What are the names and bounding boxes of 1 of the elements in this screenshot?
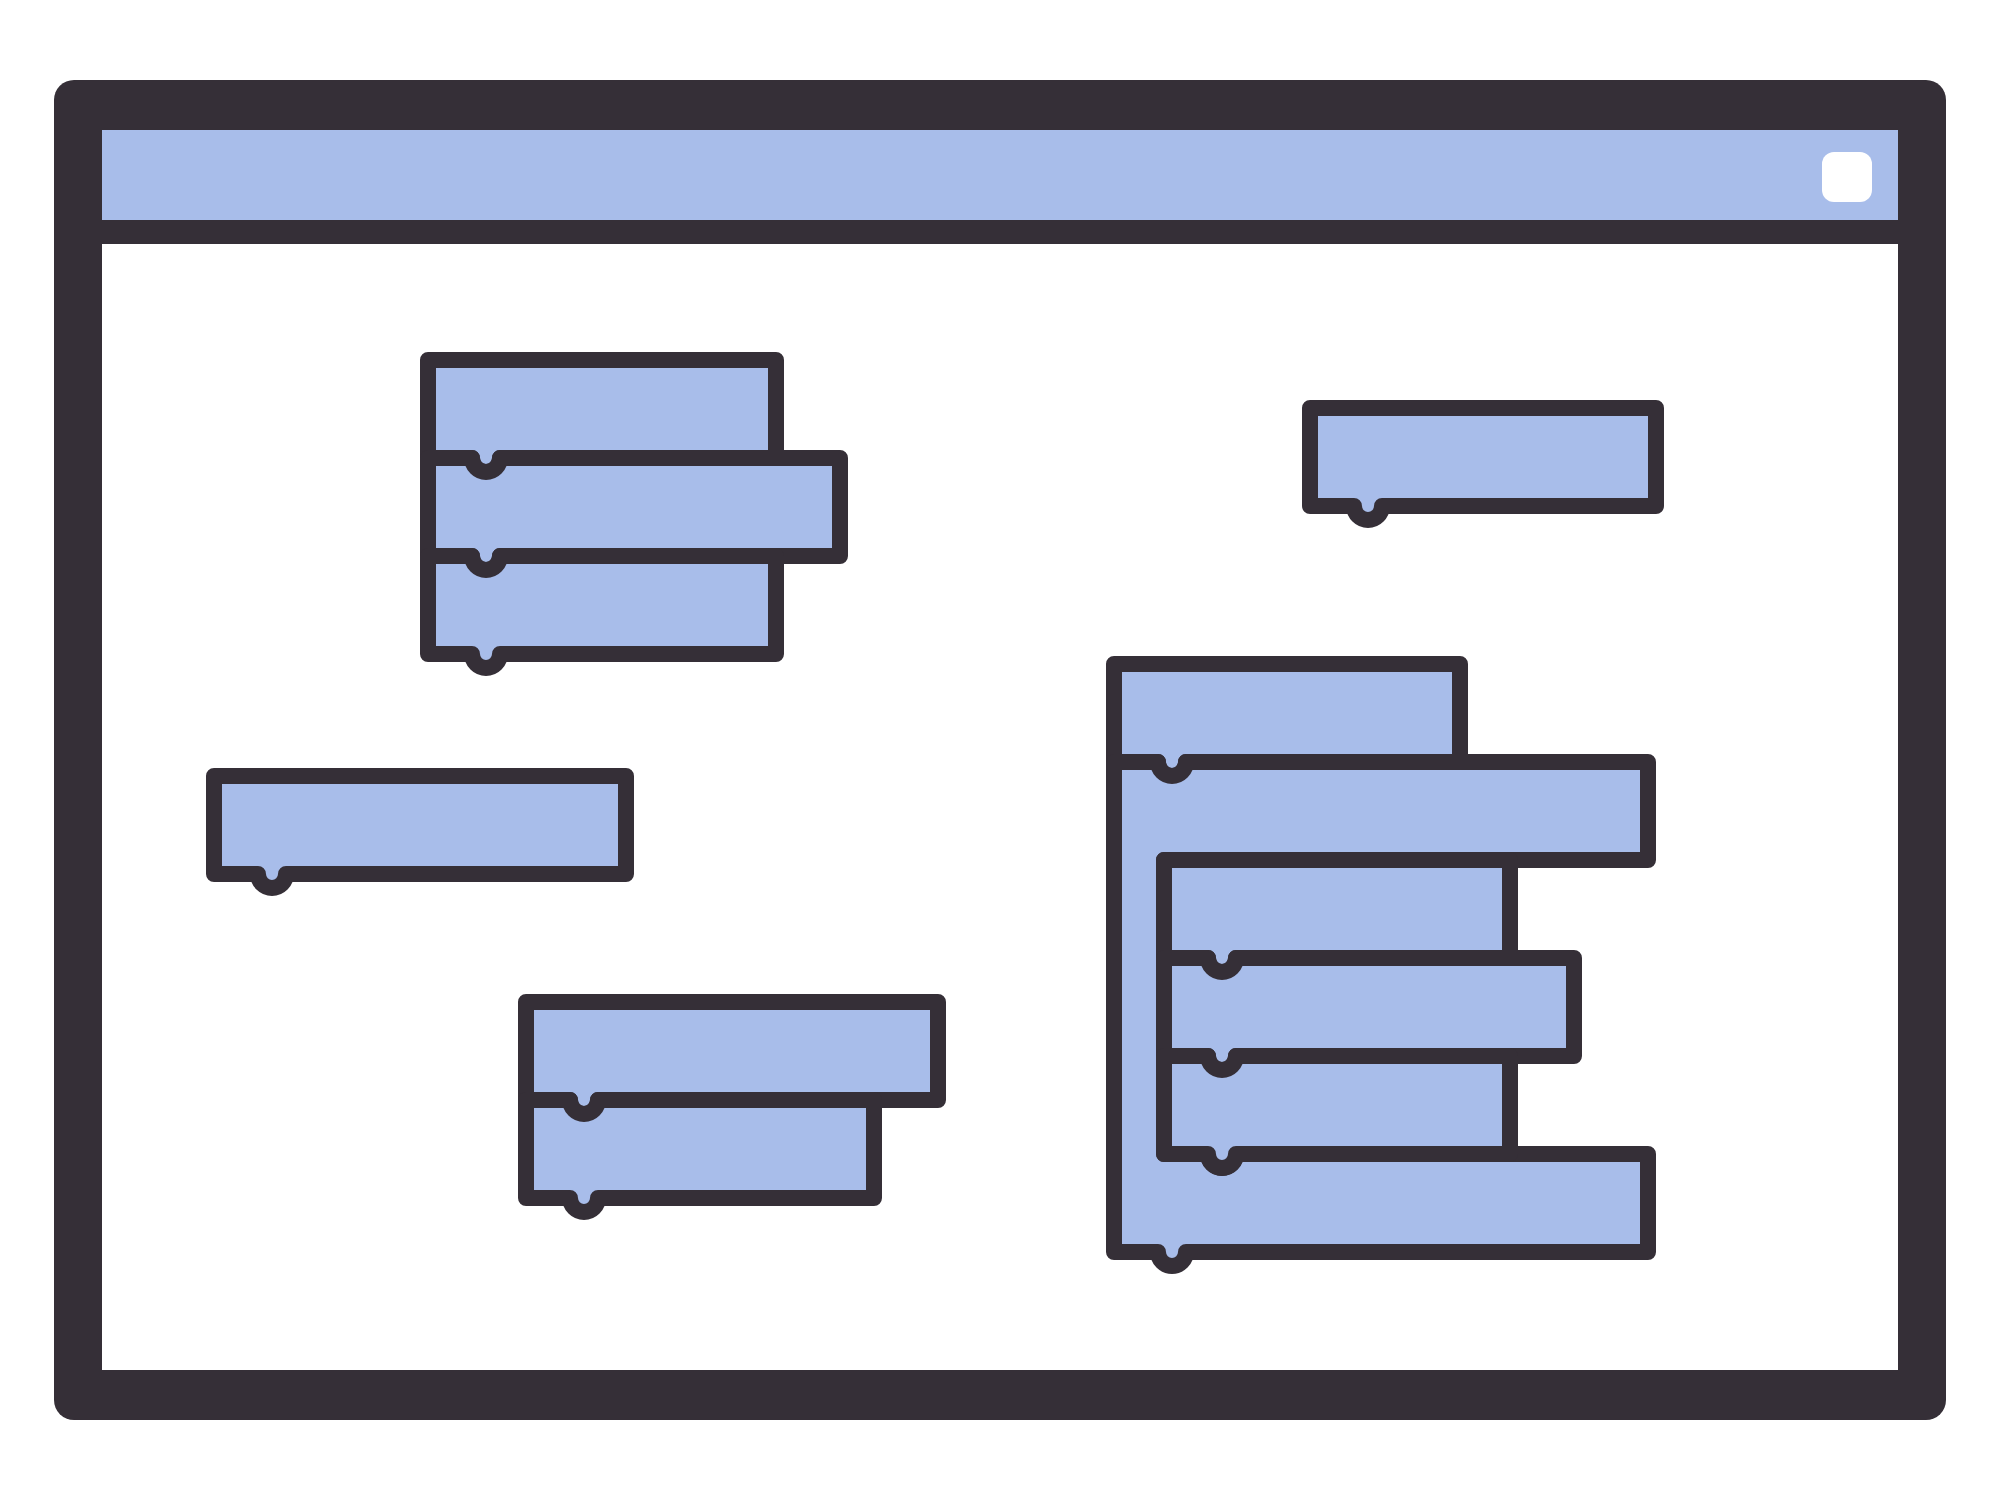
- title-bar-button[interactable]: [1822, 151, 1872, 201]
